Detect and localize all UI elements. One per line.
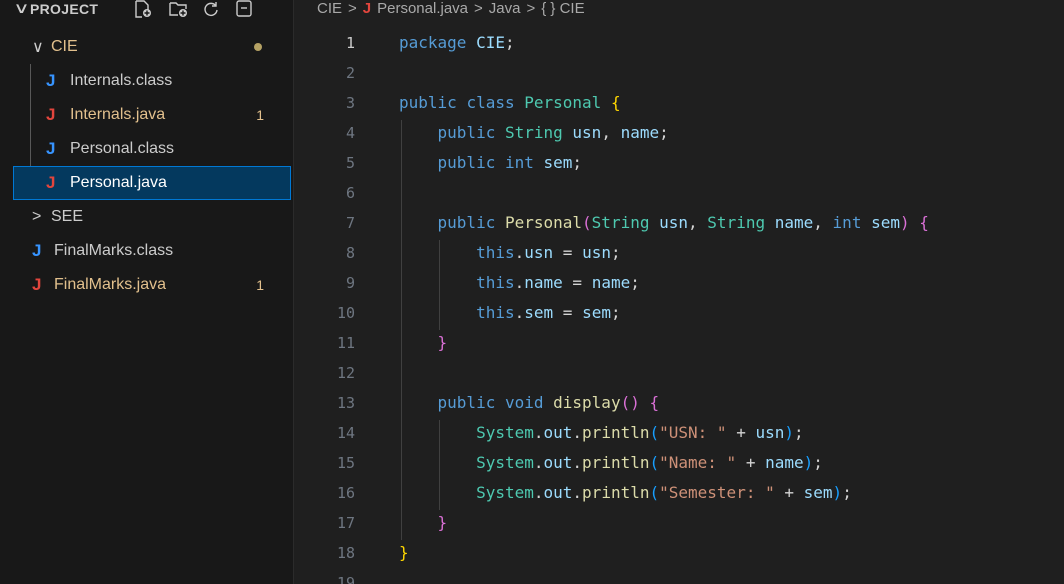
code-line[interactable]: this.name = name; bbox=[399, 270, 640, 296]
breadcrumb-folder[interactable]: CIE bbox=[317, 0, 342, 17]
java-file-icon: J bbox=[32, 275, 42, 294]
line-number: 19 bbox=[336, 574, 355, 584]
breadcrumb-language[interactable]: Java bbox=[489, 0, 521, 17]
line-number: 11 bbox=[336, 334, 355, 352]
line-number: 9 bbox=[345, 274, 355, 292]
code-line[interactable]: public int sem; bbox=[399, 150, 583, 176]
chevron-right-icon: > bbox=[32, 208, 42, 225]
tree-file-personal-java[interactable]: J Personal.java bbox=[13, 166, 291, 200]
tree-item-label: FinalMarks.java bbox=[54, 276, 167, 293]
line-number: 6 bbox=[345, 184, 355, 202]
line-number: 12 bbox=[336, 364, 355, 382]
code-line[interactable]: public String usn, name; bbox=[399, 120, 669, 146]
problem-count-badge: 1 bbox=[256, 277, 264, 293]
code-line[interactable]: System.out.println("Name: " + name); bbox=[399, 450, 823, 476]
java-file-icon: J bbox=[32, 241, 42, 260]
explorer-sidebar: ∨ PROJECT ∨ CIE J Internals.class J Inte… bbox=[0, 0, 294, 584]
tree-file-finalmarks-java[interactable]: J FinalMarks.java 1 bbox=[0, 268, 294, 302]
line-number: 5 bbox=[345, 154, 355, 172]
new-file-icon[interactable] bbox=[132, 0, 154, 20]
code-line[interactable]: } bbox=[399, 510, 448, 536]
code-line[interactable]: } bbox=[399, 540, 409, 566]
code-line[interactable]: public void display() { bbox=[399, 390, 660, 416]
line-number: 17 bbox=[336, 514, 355, 532]
line-number: 2 bbox=[345, 64, 355, 82]
tree-folder-cie[interactable]: ∨ CIE bbox=[0, 30, 294, 64]
chevron-down-icon: ∨ bbox=[32, 39, 44, 56]
tree-folder-see[interactable]: > SEE bbox=[0, 200, 294, 234]
collapse-all-icon[interactable] bbox=[233, 0, 255, 20]
tree-item-label: SEE bbox=[51, 208, 84, 225]
refresh-icon[interactable] bbox=[200, 0, 222, 20]
code-line[interactable]: } bbox=[399, 330, 448, 356]
code-line[interactable]: public class Personal { bbox=[399, 90, 621, 116]
breadcrumb-file[interactable]: Personal.java bbox=[377, 0, 468, 17]
code-line[interactable]: package CIE; bbox=[399, 30, 515, 56]
line-number: 16 bbox=[336, 484, 355, 502]
breadcrumb-symbol[interactable]: { } CIE bbox=[541, 0, 584, 17]
line-number: 13 bbox=[336, 394, 355, 412]
java-file-icon: J bbox=[46, 105, 56, 124]
indent-guide bbox=[439, 420, 440, 510]
collapse-section-chevron-icon[interactable]: ∨ bbox=[13, 0, 29, 18]
code-line[interactable]: public Personal(String usn, String name,… bbox=[399, 210, 929, 236]
line-number: 3 bbox=[345, 94, 355, 112]
new-folder-icon[interactable] bbox=[168, 0, 190, 20]
chevron-right-icon: > bbox=[348, 0, 357, 17]
indent-guide bbox=[401, 120, 402, 540]
line-number: 10 bbox=[336, 304, 355, 322]
chevron-right-icon: > bbox=[474, 0, 483, 17]
code-line[interactable]: this.sem = sem; bbox=[399, 300, 621, 326]
tree-item-label: CIE bbox=[51, 38, 78, 55]
code-line[interactable]: System.out.println("Semester: " + sem); bbox=[399, 480, 852, 506]
code-line[interactable]: System.out.println("USN: " + usn); bbox=[399, 420, 804, 446]
tree-file-internals-java[interactable]: J Internals.java 1 bbox=[0, 98, 294, 132]
java-file-icon: J bbox=[46, 139, 56, 158]
tree-item-label: Internals.class bbox=[70, 72, 173, 89]
tree-item-label: Internals.java bbox=[70, 106, 166, 123]
tree-item-label: Personal.class bbox=[70, 140, 175, 157]
problem-count-badge: 1 bbox=[256, 107, 264, 123]
chevron-right-icon: > bbox=[526, 0, 536, 17]
line-number: 8 bbox=[345, 244, 355, 262]
line-number: 14 bbox=[336, 424, 355, 442]
code-line[interactable]: this.usn = usn; bbox=[399, 240, 621, 266]
java-file-icon: J bbox=[362, 0, 372, 17]
java-file-icon: J bbox=[46, 173, 56, 192]
indent-guide bbox=[439, 240, 440, 330]
tree-file-finalmarks-class[interactable]: J FinalMarks.class bbox=[0, 234, 294, 268]
modified-dot-icon bbox=[254, 43, 262, 51]
line-number: 4 bbox=[345, 124, 355, 142]
tree-item-label: Personal.java bbox=[70, 174, 167, 191]
line-number: 7 bbox=[345, 214, 355, 232]
line-number: 1 bbox=[345, 34, 355, 52]
line-number: 15 bbox=[336, 454, 355, 472]
explorer-section-title: PROJECT bbox=[30, 1, 99, 17]
breadcrumb: CIE > J Personal.java > Java > { } CIE bbox=[317, 0, 585, 24]
explorer-header[interactable]: ∨ PROJECT bbox=[0, 0, 294, 28]
code-editor[interactable]: CIE > J Personal.java > Java > { } CIE 1… bbox=[295, 0, 1064, 584]
line-number: 18 bbox=[336, 544, 355, 562]
java-file-icon: J bbox=[46, 71, 56, 90]
tree-file-internals-class[interactable]: J Internals.class bbox=[0, 64, 294, 98]
tree-item-label: FinalMarks.class bbox=[54, 242, 174, 259]
tree-file-personal-class[interactable]: J Personal.class bbox=[0, 132, 294, 166]
